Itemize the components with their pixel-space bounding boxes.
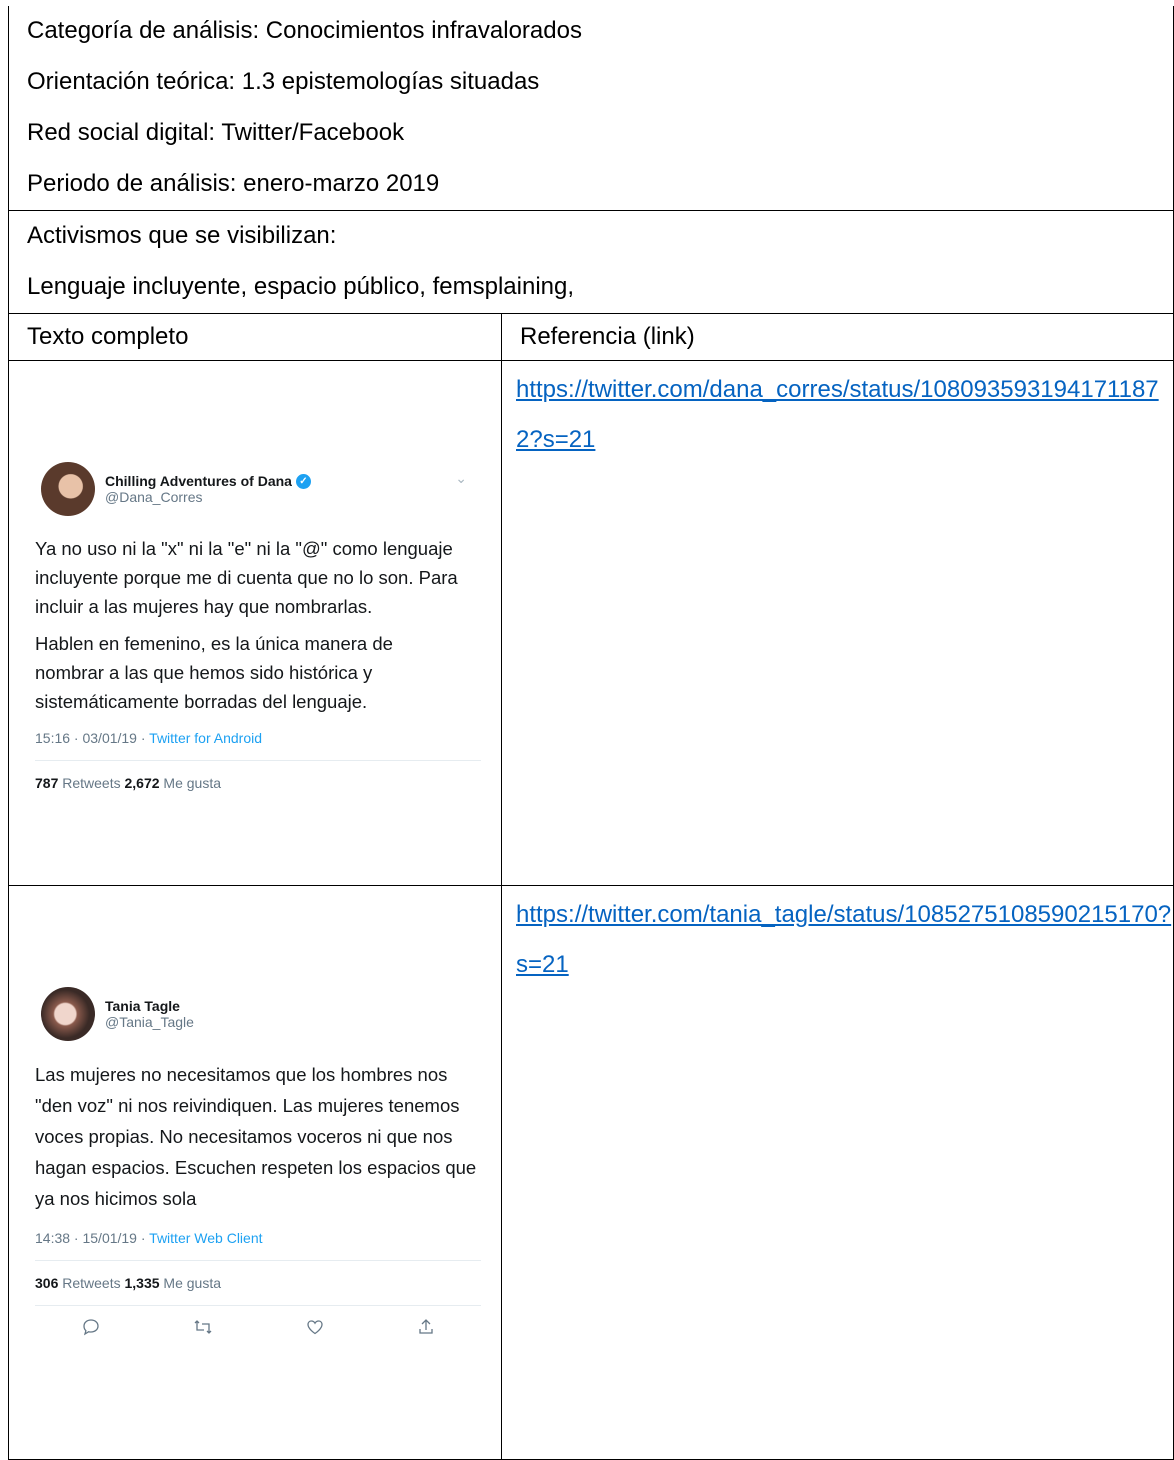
reference-link[interactable]: https://twitter.com/tania_tagle/status/1… bbox=[502, 886, 1174, 990]
tweet-cell: Tania Tagle @Tania_Tagle Las mujeres no … bbox=[8, 885, 502, 1460]
retweet-icon[interactable] bbox=[193, 1318, 213, 1341]
categoria-line: Categoría de análisis: Conocimientos inf… bbox=[27, 17, 582, 44]
activismos-value: Lenguaje incluyente, espacio público, fe… bbox=[27, 273, 575, 300]
tweet-paragraph: Las mujeres no necesitamos que los hombr… bbox=[35, 1064, 477, 1209]
author-name-text: Chilling Adventures of Dana bbox=[105, 473, 292, 489]
header-block: Categoría de análisis: Conocimientos inf… bbox=[8, 6, 1174, 210]
tweet-author-name[interactable]: Tania Tagle bbox=[105, 998, 194, 1014]
author-name-text: Tania Tagle bbox=[105, 998, 180, 1014]
retweets-label: Retweets bbox=[58, 1275, 125, 1291]
chevron-down-icon[interactable]: ⌄ bbox=[455, 470, 467, 487]
col-header-texto: Texto completo bbox=[8, 313, 502, 361]
likes-label: Me gusta bbox=[159, 775, 222, 791]
tweet-paragraph: Hablen en femenino, es la única manera d… bbox=[35, 633, 393, 712]
orientacion-line: Orientación teórica: 1.3 epistemologías … bbox=[27, 68, 540, 95]
tweet-card: Chilling Adventures of Dana ✓ @Dana_Corr… bbox=[35, 462, 481, 872]
activismos-label: Activismos que se visibilizan: bbox=[27, 222, 337, 249]
tweet-source[interactable]: Twitter Web Client bbox=[149, 1230, 262, 1246]
like-icon[interactable] bbox=[306, 1318, 324, 1341]
retweets-label: Retweets bbox=[58, 775, 125, 791]
reply-icon[interactable] bbox=[82, 1318, 100, 1341]
activismos-block: Activismos que se visibilizan: Lenguaje … bbox=[8, 210, 1174, 313]
tweet-author-name[interactable]: Chilling Adventures of Dana ✓ bbox=[105, 473, 311, 489]
tweet-meta: 14:38 · 15/01/19 · Twitter Web Client bbox=[35, 1230, 481, 1246]
tweet-body: Ya no uso ni la "x" ni la "e" ni la "@" … bbox=[35, 534, 465, 716]
likes-label: Me gusta bbox=[159, 1275, 222, 1291]
tweet-stats: 787 Retweets 2,672 Me gusta bbox=[35, 775, 481, 791]
tweet-paragraph: Ya no uso ni la "x" ni la "e" ni la "@" … bbox=[35, 538, 458, 617]
tweet-handle[interactable]: @Dana_Corres bbox=[105, 489, 311, 505]
tweet-timestamp: 14:38 · 15/01/19 · bbox=[35, 1230, 150, 1246]
tweet-names: Tania Tagle @Tania_Tagle bbox=[105, 998, 194, 1030]
table-row: Tania Tagle @Tania_Tagle Las mujeres no … bbox=[8, 885, 1174, 1460]
tweet-header: Chilling Adventures of Dana ✓ @Dana_Corr… bbox=[41, 462, 481, 516]
retweet-count[interactable]: 787 bbox=[35, 775, 58, 791]
red-social-line: Red social digital: Twitter/Facebook bbox=[27, 119, 405, 146]
avatar[interactable] bbox=[41, 462, 95, 516]
tweet-stats: 306 Retweets 1,335 Me gusta bbox=[35, 1275, 481, 1291]
tweet-source[interactable]: Twitter for Android bbox=[149, 730, 262, 746]
tweet-cell: Chilling Adventures of Dana ✓ @Dana_Corr… bbox=[8, 360, 502, 886]
like-count[interactable]: 2,672 bbox=[125, 775, 160, 791]
periodo-line: Periodo de análisis: enero-marzo 2019 bbox=[27, 170, 440, 197]
reference-link[interactable]: https://twitter.com/dana_corres/status/1… bbox=[502, 361, 1174, 465]
verified-icon: ✓ bbox=[295, 473, 311, 489]
tweet-card: Tania Tagle @Tania_Tagle Las mujeres no … bbox=[35, 987, 481, 1449]
col-header-referencia: Referencia (link) bbox=[501, 313, 1174, 361]
share-icon[interactable] bbox=[417, 1318, 435, 1341]
table-header-row: Texto completo Referencia (link) bbox=[8, 313, 1174, 361]
divider bbox=[35, 1260, 481, 1261]
tweet-header: Tania Tagle @Tania_Tagle bbox=[41, 987, 481, 1041]
tweet-names: Chilling Adventures of Dana ✓ @Dana_Corr… bbox=[105, 473, 311, 505]
link-cell: https://twitter.com/dana_corres/status/1… bbox=[501, 360, 1174, 886]
references-table: Texto completo Referencia (link) Chillin… bbox=[8, 313, 1174, 1460]
like-count[interactable]: 1,335 bbox=[125, 1275, 160, 1291]
tweet-meta: 15:16 · 03/01/19 · Twitter for Android bbox=[35, 730, 481, 746]
retweet-count[interactable]: 306 bbox=[35, 1275, 58, 1291]
tweet-timestamp: 15:16 · 03/01/19 · bbox=[35, 730, 150, 746]
avatar[interactable] bbox=[41, 987, 95, 1041]
document: Categoría de análisis: Conocimientos inf… bbox=[8, 6, 1174, 1460]
tweet-handle[interactable]: @Tania_Tagle bbox=[105, 1014, 194, 1030]
table-row: Chilling Adventures of Dana ✓ @Dana_Corr… bbox=[8, 360, 1174, 886]
tweet-body: Las mujeres no necesitamos que los hombr… bbox=[35, 1059, 481, 1214]
link-cell: https://twitter.com/tania_tagle/status/1… bbox=[501, 885, 1174, 1460]
tweet-actions bbox=[35, 1318, 481, 1341]
divider bbox=[35, 760, 481, 761]
divider bbox=[35, 1305, 481, 1306]
